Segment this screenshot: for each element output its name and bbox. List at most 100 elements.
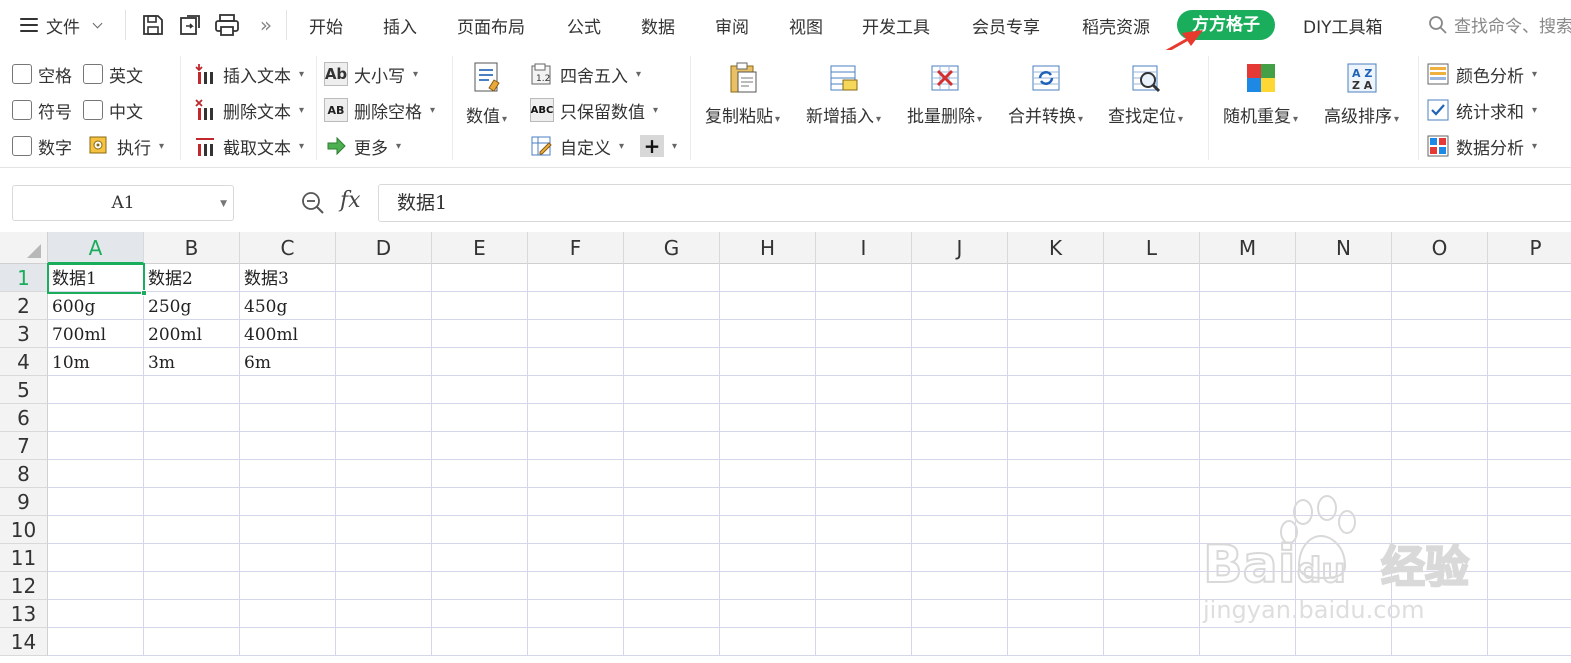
cell-c3[interactable]: 400ml [240,320,336,348]
print-icon[interactable] [213,11,241,39]
cell-b3[interactable]: 200ml [144,320,240,348]
row-header-7[interactable]: 7 [0,432,48,460]
find-locate-button[interactable]: 查找定位 ▾ [1108,60,1183,127]
command-search[interactable]: 查找命令、搜索 [1428,12,1571,37]
insert-text-button[interactable]: 插入文本 ▾ [193,61,304,87]
tab-view[interactable]: 视图 [789,13,823,38]
name-box[interactable]: A1 ▼ [12,185,234,221]
row-header-11[interactable]: 11 [0,544,48,572]
column-header-i[interactable]: I [816,232,912,264]
row-header-13[interactable]: 13 [0,600,48,628]
column-header-l[interactable]: L [1104,232,1200,264]
stat-sum-button[interactable]: 统计求和 ▾ [1426,97,1537,123]
tab-review[interactable]: 审阅 [715,13,749,38]
file-menu[interactable]: 文件 [20,12,103,38]
remove-space-button[interactable]: AB 删除空格 ▾ [324,97,435,123]
export-icon[interactable] [176,11,204,39]
tab-member[interactable]: 会员专享 [972,13,1040,38]
tab-data[interactable]: 数据 [641,13,675,38]
batch-delete-button[interactable]: 批量删除 ▾ [907,60,982,127]
color-analysis-button[interactable]: 颜色分析 ▾ [1426,61,1537,87]
function-icon[interactable]: fx [340,188,361,213]
more-button[interactable]: 更多 ▾ [324,133,401,159]
column-header-e[interactable]: E [432,232,528,264]
case-button[interactable]: Ab 大小写 ▾ [324,61,418,87]
select-all-corner[interactable] [0,232,48,264]
column-header-h[interactable]: H [720,232,816,264]
column-header-g[interactable]: G [624,232,720,264]
ribbon-divider [180,56,181,160]
tab-developer[interactable]: 开发工具 [862,13,930,38]
cell-b2[interactable]: 250g [144,292,240,320]
custom-button[interactable]: 自定义 ▾ [530,133,624,159]
column-header-c[interactable]: C [240,232,336,264]
data-analysis-button[interactable]: 数据分析 ▾ [1426,133,1537,159]
tab-insert[interactable]: 插入 [383,13,417,38]
keep-numbers-button[interactable]: ABC 只保留数值 ▾ [530,97,658,123]
row-header-14[interactable]: 14 [0,628,48,656]
tab-docer[interactable]: 稻壳资源 [1082,13,1150,38]
checkbox-chinese[interactable]: 中文 [83,97,143,123]
column-header-b[interactable]: B [144,232,240,264]
column-header-n[interactable]: N [1296,232,1392,264]
cell-b1[interactable]: 数据2 [144,264,240,292]
column-header-o[interactable]: O [1392,232,1488,264]
row-header-1[interactable]: 1 [0,264,48,292]
row-header-6[interactable]: 6 [0,404,48,432]
cell-a1[interactable]: 数据1 [48,264,144,292]
row-header-2[interactable]: 2 [0,292,48,320]
row-header-10[interactable]: 10 [0,516,48,544]
cell-c2[interactable]: 450g [240,292,336,320]
merge-convert-button[interactable]: 合并转换 ▾ [1008,60,1083,127]
hamburger-icon [20,18,38,32]
checkbox-box [12,100,32,120]
cell-a3[interactable]: 700ml [48,320,144,348]
formula-input[interactable]: 数据1 [378,184,1571,222]
more-commands-icon[interactable]: » [252,11,280,39]
extract-text-icon [193,134,217,158]
row-header-3[interactable]: 3 [0,320,48,348]
zoom-icon[interactable] [300,190,326,221]
column-header-p[interactable]: P [1488,232,1571,264]
cell-a4[interactable]: 10m [48,348,144,376]
row-header-9[interactable]: 9 [0,488,48,516]
column-header-m[interactable]: M [1200,232,1296,264]
new-insert-button[interactable]: 新增插入 ▾ [806,60,881,127]
checkbox-number[interactable]: 数字 [12,133,72,159]
spreadsheet-grid[interactable]: ABCDEFGHIJKLMNOP 1 2 3 4 5 6 7 8 9 10 11 12 13 14 数据1… [0,232,1571,663]
formula-bar: A1 ▼ fx 数据1 [0,168,1571,232]
delete-text-button[interactable]: 删除文本 ▾ [193,97,304,123]
tab-fangfanggezi[interactable]: 方方格子 [1177,10,1275,40]
row-header-5[interactable]: 5 [0,376,48,404]
checkbox-symbol[interactable]: 符号 [12,97,72,123]
cell-b4[interactable]: 3m [144,348,240,376]
tab-page-layout[interactable]: 页面布局 [457,13,525,38]
tab-diy-toolbox[interactable]: DIY工具箱 [1303,13,1383,38]
column-header-d[interactable]: D [336,232,432,264]
checkbox-english[interactable]: 英文 [83,61,143,87]
column-header-f[interactable]: F [528,232,624,264]
row-header-8[interactable]: 8 [0,460,48,488]
save-icon[interactable] [139,11,167,39]
cell-c4[interactable]: 6m [240,348,336,376]
add-button[interactable]: + ▾ [640,133,677,159]
execute-button[interactable]: 执行 ▾ [87,133,164,159]
tab-formulas[interactable]: 公式 [567,13,601,38]
row-header-4[interactable]: 4 [0,348,48,376]
insert-rows-icon [826,60,862,96]
advanced-sort-button[interactable]: A ZZ A 高级排序 ▾ [1324,60,1399,127]
extract-text-button[interactable]: 截取文本 ▾ [193,133,304,159]
cell-c1[interactable]: 数据3 [240,264,336,292]
row-header-12[interactable]: 12 [0,572,48,600]
checkbox-space[interactable]: 空格 [12,61,72,87]
round-button[interactable]: 1.2 四舍五入 ▾ [530,61,641,87]
tab-start[interactable]: 开始 [309,13,343,38]
numeric-button[interactable]: 数值 ▾ [466,60,507,127]
random-repeat-button[interactable]: 随机重复 ▾ [1223,60,1298,127]
column-header-k[interactable]: K [1008,232,1104,264]
column-header-a[interactable]: A [48,232,144,264]
cell-a2[interactable]: 600g [48,292,144,320]
copy-paste-button[interactable]: 复制粘贴 ▾ [705,60,780,127]
file-menu-label: 文件 [46,17,80,38]
column-header-j[interactable]: J [912,232,1008,264]
